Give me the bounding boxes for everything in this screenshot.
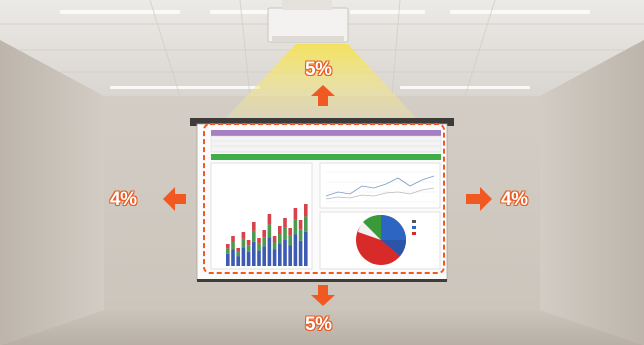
bar-segment — [257, 250, 261, 266]
bar-segment — [272, 236, 277, 242]
bar-segment — [288, 228, 292, 236]
shift-down-label: 5% — [304, 314, 332, 335]
bar-segment — [278, 234, 282, 244]
bar-segment — [267, 237, 272, 266]
bar-segment — [252, 230, 256, 242]
bar-segment — [267, 214, 272, 225]
bar-segment — [236, 248, 240, 252]
bar-segment — [278, 244, 282, 266]
bar-segment — [252, 222, 256, 231]
bar-segment — [246, 240, 251, 246]
bar-segment — [298, 220, 303, 230]
spreadsheet-image — [210, 130, 442, 270]
shift-up-label: 5% — [304, 59, 332, 80]
bar-segment — [262, 237, 266, 247]
bar-segment — [298, 240, 303, 266]
bar-segment — [262, 230, 266, 238]
bar-segment — [241, 238, 246, 248]
bar-segment — [288, 235, 292, 246]
bar-segment — [236, 251, 240, 257]
screen-bottom-bar — [197, 279, 447, 282]
bar-segment — [267, 224, 272, 238]
bar-segment — [272, 249, 277, 266]
bar-segment — [246, 245, 251, 252]
bar-segment — [231, 249, 235, 266]
projection-scene: 5% 5% 4% 4% — [0, 0, 644, 345]
bar-segment — [283, 239, 287, 266]
bar-segment — [231, 242, 235, 250]
bar-segment — [288, 245, 292, 266]
bar-segment — [226, 253, 230, 266]
bar-segment — [304, 216, 308, 232]
bar-segment — [236, 256, 240, 266]
bar-segment — [283, 218, 287, 228]
bar-segment — [304, 231, 308, 266]
bar-segment — [293, 219, 298, 235]
bar-segment — [293, 208, 298, 220]
bar-segment — [304, 204, 308, 217]
bar-segment — [231, 236, 235, 242]
bar-segment — [241, 247, 246, 266]
room-illustration — [0, 0, 644, 345]
bar-segment — [293, 234, 298, 266]
bar-segment — [257, 238, 261, 244]
shift-left-label: 4% — [109, 189, 137, 210]
bar-segment — [246, 251, 251, 266]
shift-right-label: 4% — [500, 189, 528, 210]
bar-segment — [226, 248, 230, 254]
bar-segment — [298, 229, 303, 241]
bar-segment — [241, 232, 246, 239]
bar-segment — [262, 246, 266, 266]
bar-segment — [252, 241, 256, 266]
bar-segment — [278, 226, 282, 234]
pie-chart-image — [356, 214, 406, 265]
bar-segment — [272, 242, 277, 250]
bar-segment — [283, 227, 287, 240]
bar-segment — [226, 244, 230, 249]
bar-segment — [257, 243, 261, 251]
